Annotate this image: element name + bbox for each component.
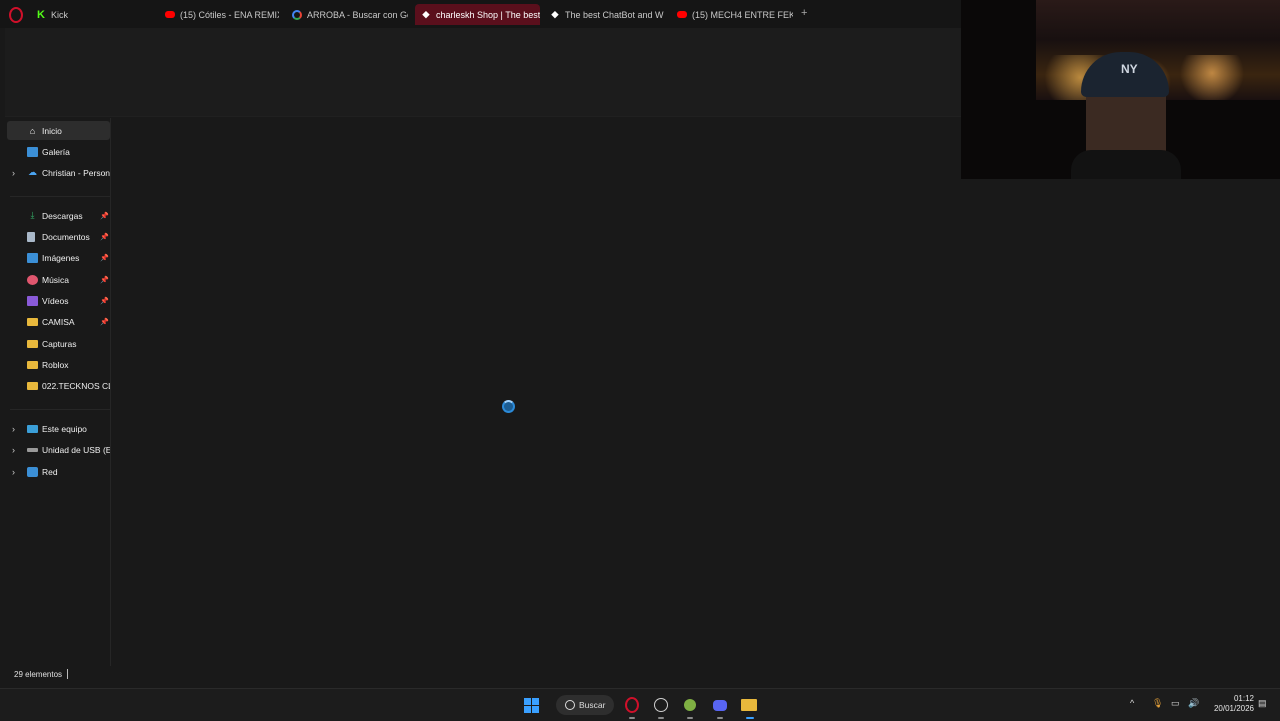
tab-google-arroba[interactable]: ARROBA - Buscar con Go: [286, 4, 408, 25]
cap-logo: NY: [1121, 62, 1138, 76]
google-icon: [292, 9, 302, 20]
webcam-overlay: NY: [961, 0, 1280, 179]
tab-label: Kick: [51, 9, 69, 20]
youtube-icon: [165, 11, 175, 18]
taskbar-clock[interactable]: 01:12 20/01/2026: [1206, 694, 1254, 714]
running-indicator: [717, 717, 723, 719]
sidebar-item-capturas[interactable]: Capturas: [7, 334, 110, 353]
search-label: Buscar: [579, 700, 606, 710]
running-indicator: [658, 717, 664, 719]
sidebar-item-imagenes[interactable]: Imágenes 📌: [7, 248, 110, 267]
tab-kick[interactable]: K Kick: [30, 4, 150, 25]
music-icon: [27, 274, 38, 285]
tab-charleskh-shop[interactable]: ◆ charleskh Shop | The best: [415, 4, 540, 25]
clock-time: 01:12: [1233, 694, 1254, 703]
new-tab-button[interactable]: +: [801, 7, 807, 19]
divider: [10, 409, 110, 410]
sidebar-item-red[interactable]: › Red: [7, 462, 110, 481]
pin-icon[interactable]: 📌: [100, 318, 109, 326]
chevron-right-icon[interactable]: ›: [12, 445, 15, 455]
onedrive-cloud-icon: ☁: [28, 167, 37, 177]
sidebar-item-roblox[interactable]: Roblox: [7, 355, 110, 374]
home-icon: ⌂: [29, 125, 36, 136]
tab-youtube-mech4[interactable]: (15) MECH4 ENTRE FEKAS: [671, 4, 793, 25]
chevron-right-icon[interactable]: ›: [12, 467, 15, 477]
network-icon: [27, 466, 38, 477]
folder-icon: [27, 360, 38, 369]
youtube-icon: [677, 11, 687, 18]
status-item-count: 29 elementos: [14, 670, 63, 679]
tab-youtube-cotiles[interactable]: (15) Cótiles - ENA REMIX: [159, 4, 279, 25]
chevron-up-icon[interactable]: ^: [1130, 698, 1134, 708]
pin-icon[interactable]: 📌: [100, 233, 109, 241]
document-icon: [27, 231, 35, 242]
app-globe-icon[interactable]: [682, 697, 698, 713]
person-shirt: [1071, 150, 1181, 179]
status-divider: [67, 669, 68, 679]
sidebar-item-inicio[interactable]: ⌂ Inicio: [7, 121, 110, 140]
pin-icon[interactable]: 📌: [100, 254, 109, 262]
file-explorer-icon[interactable]: [741, 697, 757, 713]
sidebar-item-descargas[interactable]: ⤓ Descargas 📌: [7, 206, 110, 225]
computer-icon: [27, 424, 38, 433]
tab-label: (15) Cótiles - ENA REMIX: [180, 9, 279, 20]
chevron-right-icon[interactable]: ›: [12, 168, 15, 178]
videos-icon: [27, 295, 38, 306]
download-icon: ⤓: [30, 210, 35, 220]
sidebar-item-galeria[interactable]: Galería: [7, 142, 110, 161]
running-indicator: [687, 717, 693, 719]
chevron-right-icon[interactable]: ›: [12, 424, 15, 434]
tab-label: charleskh Shop | The best: [436, 9, 540, 20]
pin-icon[interactable]: 📌: [100, 276, 109, 284]
pin-icon[interactable]: 📌: [100, 212, 109, 220]
diamond-icon: ◆: [422, 9, 430, 19]
tab-label: (15) MECH4 ENTRE FEKAS: [692, 9, 793, 20]
sidebar-item-musica[interactable]: Música 📌: [7, 270, 110, 289]
network-status-icon[interactable]: ▭: [1171, 698, 1180, 709]
loading-spinner-icon: [502, 400, 515, 413]
sidebar-item-tecknos-clas[interactable]: 022.TECKNOS CLAS: [7, 376, 110, 395]
taskbar-search[interactable]: Buscar: [556, 695, 614, 715]
usb-drive-icon: [27, 447, 38, 452]
sidebar-item-usb-drive[interactable]: › Unidad de USB (E:): [7, 440, 110, 459]
discord-icon[interactable]: [712, 697, 728, 713]
volume-icon[interactable]: 🔊: [1188, 698, 1199, 709]
microphone-icon[interactable]: 🎙: [1152, 698, 1163, 709]
running-indicator: [629, 717, 635, 719]
notifications-icon[interactable]: ▤: [1258, 698, 1267, 709]
sidebar-item-christian-personal[interactable]: › ☁ Christian - Persona: [7, 163, 110, 182]
opera-icon[interactable]: [624, 697, 640, 713]
kick-icon: K: [37, 8, 45, 21]
windows-start-icon[interactable]: [524, 698, 539, 713]
sidebar-item-camisa[interactable]: CAMISA 📌: [7, 312, 110, 331]
opera-logo-icon[interactable]: [9, 7, 23, 23]
active-indicator: [746, 717, 754, 719]
taskbar: Buscar ^ 🎙 ▭ 🔊 01:12 20/01/2026 ▤: [0, 688, 1280, 721]
tab-chatbot[interactable]: ◆ The best ChatBot and Wi: [544, 4, 664, 25]
sidebar-item-documentos[interactable]: Documentos 📌: [7, 227, 110, 246]
sidebar-item-videos[interactable]: Vídeos 📌: [7, 291, 110, 310]
gallery-icon: [27, 146, 38, 157]
sidebar-item-este-equipo[interactable]: › Este equipo: [7, 419, 110, 438]
pin-icon[interactable]: 📌: [100, 297, 109, 305]
diamond-icon: ◆: [551, 9, 559, 19]
pictures-icon: [27, 252, 38, 263]
tab-label: The best ChatBot and Wi: [565, 9, 664, 20]
steam-icon[interactable]: [653, 697, 669, 713]
clock-date: 20/01/2026: [1213, 704, 1254, 713]
divider: [10, 196, 110, 197]
folder-icon: [27, 381, 38, 390]
tab-label: ARROBA - Buscar con Go: [307, 9, 408, 20]
folder-icon: [27, 339, 38, 348]
folder-icon: [27, 317, 38, 326]
navigation-pane[interactable]: ⌂ Inicio Galería › ☁ Christian - Persona…: [5, 118, 111, 666]
search-icon: [565, 700, 575, 710]
